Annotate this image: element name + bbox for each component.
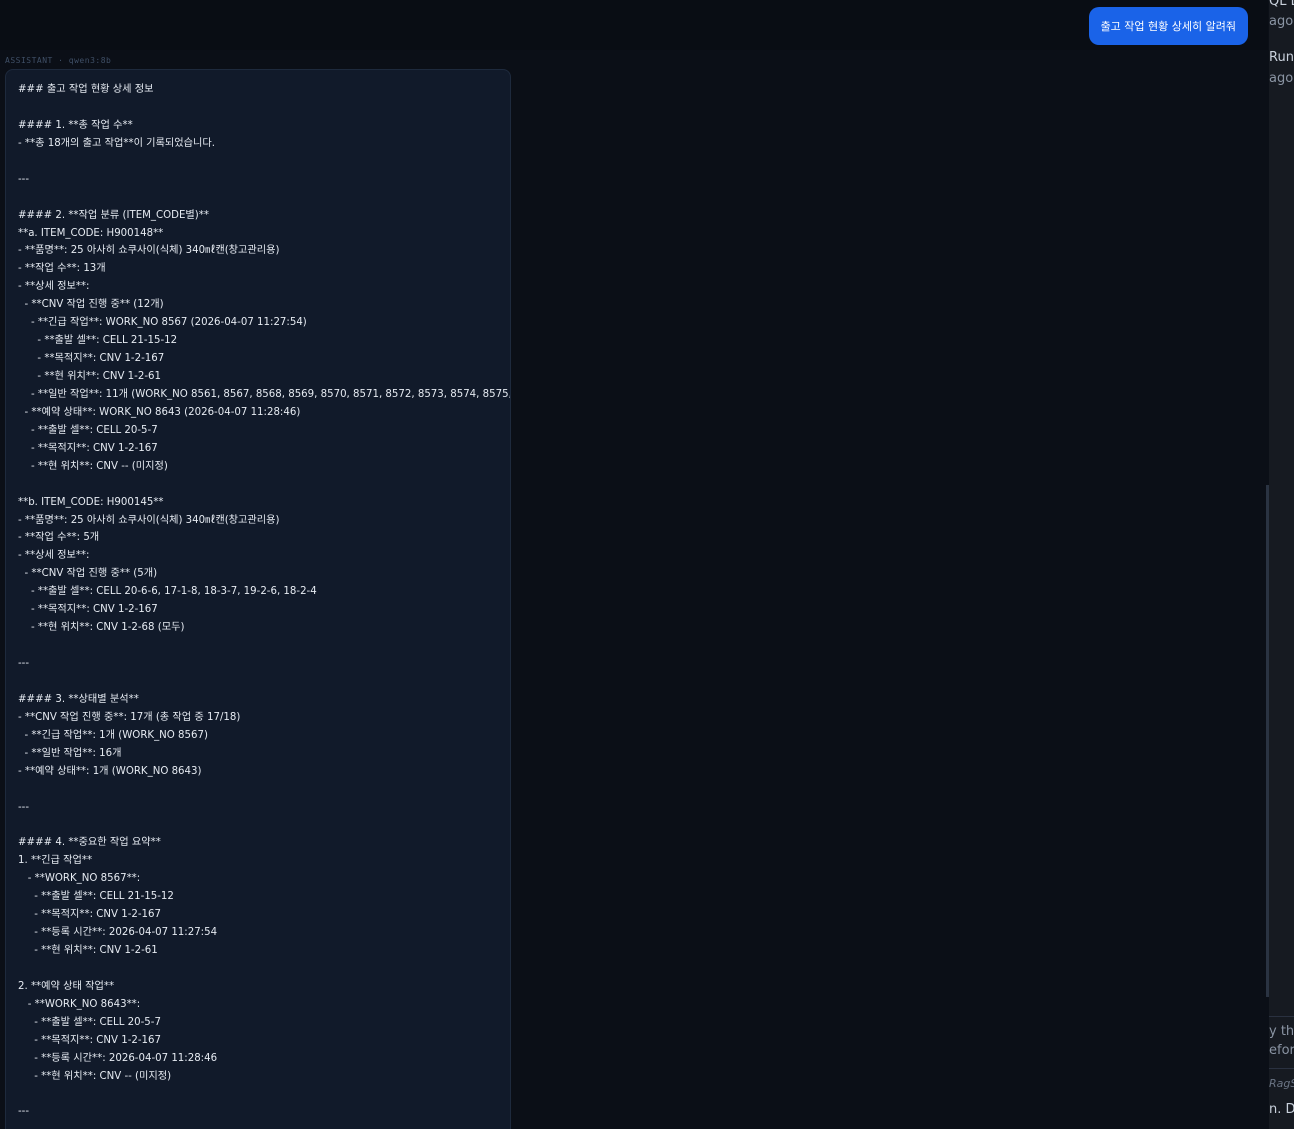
message-line: - **총 18개의 출고 작업**이 기록되었습니다. bbox=[18, 137, 216, 149]
message-line bbox=[18, 476, 498, 494]
message-line: - **출발 셀**: CELL 20-5-7 bbox=[18, 424, 158, 436]
message-line: - **현 위치**: CNV 1-2-61 bbox=[18, 371, 161, 382]
message-line: - **품명**: 25 아사히 쇼쿠사이(식체) 340㎖캔(창고관리용) bbox=[18, 514, 280, 526]
message-line bbox=[18, 781, 498, 799]
message-line: **a. ITEM_CODE: H900148** bbox=[18, 227, 164, 239]
message-line: ### 출고 작업 현황 상세 정보 bbox=[18, 84, 154, 95]
message-line: --- bbox=[18, 173, 30, 185]
message-line: - **현 위치**: CNV 1-2-61 bbox=[18, 945, 158, 956]
message-line: --- bbox=[18, 1106, 30, 1118]
message-line: --- bbox=[18, 658, 30, 669]
message-line bbox=[18, 1086, 498, 1104]
message-line: - **CNV 작업 진행 중**: 17개 (총 작업 중 17/18) bbox=[18, 711, 241, 723]
message-line bbox=[18, 637, 498, 655]
message-line: 1. **긴급 작업** bbox=[18, 855, 93, 867]
message-line: - **작업 수**: 5개 bbox=[18, 532, 100, 544]
message-line: - **품명**: 25 아사히 쇼쿠사이(식체) 340㎖캔(창고관리용) bbox=[18, 245, 280, 257]
message-line: - **목적지**: CNV 1-2-167 bbox=[18, 604, 158, 616]
message-line bbox=[18, 189, 498, 207]
message-line: - **작업 수**: 13개 bbox=[18, 263, 106, 275]
message-line: - **출발 셀**: CELL 21-15-12 bbox=[18, 335, 178, 347]
message-line: #### 3. **상태별 분석** bbox=[18, 693, 139, 705]
message-line bbox=[18, 153, 498, 171]
message-line: - **목적지**: CNV 1-2-167 bbox=[18, 353, 165, 365]
message-line: --- bbox=[18, 801, 30, 813]
message-line: - **긴급 작업**: WORK_NO 8567 (2026-04-07 11… bbox=[18, 317, 307, 329]
message-line bbox=[18, 816, 498, 834]
message-line: - **출발 셀**: CELL 20-6-6, 17-1-8, 18-3-7,… bbox=[18, 586, 317, 598]
message-line: - **출발 셀**: CELL 20-5-7 bbox=[18, 1016, 161, 1028]
sidebar-notice-line-2: efore bbox=[1269, 1043, 1294, 1058]
message-line: - **목적지**: CNV 1-2-167 bbox=[18, 1034, 161, 1046]
message-line: - **상세 정보**: bbox=[18, 550, 90, 562]
message-line: - **긴급 작업**: 1개 (WORK_NO 8567) bbox=[18, 729, 208, 741]
message-line: - **CNV 작업 진행 중** (12개) bbox=[18, 299, 164, 311]
message-line: - **현 위치**: CNV -- (미지정) bbox=[18, 460, 168, 472]
message-line: - **WORK_NO 8643**: bbox=[18, 998, 141, 1010]
app-window: 출고 작업 현황 상세히 알려줘 ASSISTANT · qwen3:8b ##… bbox=[0, 0, 1294, 1129]
message-line: 2. **예약 상태 작업** bbox=[18, 980, 115, 992]
message-line: - **예약 상태**: 1개 (WORK_NO 8643) bbox=[18, 765, 202, 777]
user-message-bubble: 출고 작업 현황 상세히 알려줘 bbox=[1088, 7, 1248, 45]
message-line: #### 2. **작업 분류 (ITEM_CODE별)** bbox=[18, 209, 209, 221]
history-item-2-time: ago bbox=[1269, 71, 1294, 86]
sidebar-notice-line-1: y the bbox=[1269, 1024, 1294, 1039]
history-item-2-title: Run bbox=[1269, 50, 1294, 65]
message-line: - **일반 작업**: 11개 (WORK_NO 8561, 8567, 85… bbox=[18, 388, 511, 400]
message-line: - **상세 정보**: bbox=[18, 281, 90, 293]
message-line: - **예약 상태**: WORK_NO 8643 (2026-04-07 11… bbox=[18, 406, 301, 418]
history-sidebar: QL D ago Run ago y the efore RagS n. Do bbox=[1269, 0, 1294, 1129]
message-line: - **현 위치**: CNV 1-2-68 (모두) bbox=[18, 622, 185, 634]
message-line: #### 1. **총 작업 수** bbox=[18, 119, 133, 131]
message-line bbox=[18, 99, 498, 117]
message-line: - **WORK_NO 8567**: bbox=[18, 873, 141, 885]
history-item-1-time: ago bbox=[1269, 14, 1294, 29]
message-line: - **일반 작업**: 16개 bbox=[18, 747, 122, 759]
chat-panel: 출고 작업 현황 상세히 알려줘 ASSISTANT · qwen3:8b ##… bbox=[0, 0, 1269, 1129]
sidebar-divider bbox=[1269, 1016, 1294, 1017]
message-line: - **목적지**: CNV 1-2-167 bbox=[18, 442, 158, 454]
assistant-role-label: ASSISTANT · qwen3:8b bbox=[5, 56, 112, 65]
message-line: **b. ITEM_CODE: H900145** bbox=[18, 496, 164, 508]
message-line: - **등록 시간**: 2026-04-07 11:28:46 bbox=[18, 1052, 218, 1064]
message-line: - **현 위치**: CNV -- (미지정) bbox=[18, 1070, 172, 1082]
sidebar-footer-text: n. Do bbox=[1269, 1102, 1294, 1117]
message-line: #### 4. **중요한 작업 요약** bbox=[18, 837, 161, 849]
message-line: - **출발 셀**: CELL 21-15-12 bbox=[18, 891, 174, 903]
sidebar-divider-2 bbox=[1269, 1068, 1294, 1069]
message-line: - **등록 시간**: 2026-04-07 11:27:54 bbox=[18, 927, 218, 939]
assistant-message-bubble: ### 출고 작업 현황 상세 정보 #### 1. **총 작업 수** - **… bbox=[5, 69, 511, 1129]
message-line: - **목적지**: CNV 1-2-167 bbox=[18, 909, 161, 921]
message-line bbox=[18, 673, 498, 691]
history-item-1-title: QL D bbox=[1269, 0, 1294, 9]
message-line bbox=[18, 960, 498, 978]
sidebar-footer-hint: RagS bbox=[1269, 1077, 1294, 1090]
message-line: - **CNV 작업 진행 중** (5개) bbox=[18, 568, 158, 580]
